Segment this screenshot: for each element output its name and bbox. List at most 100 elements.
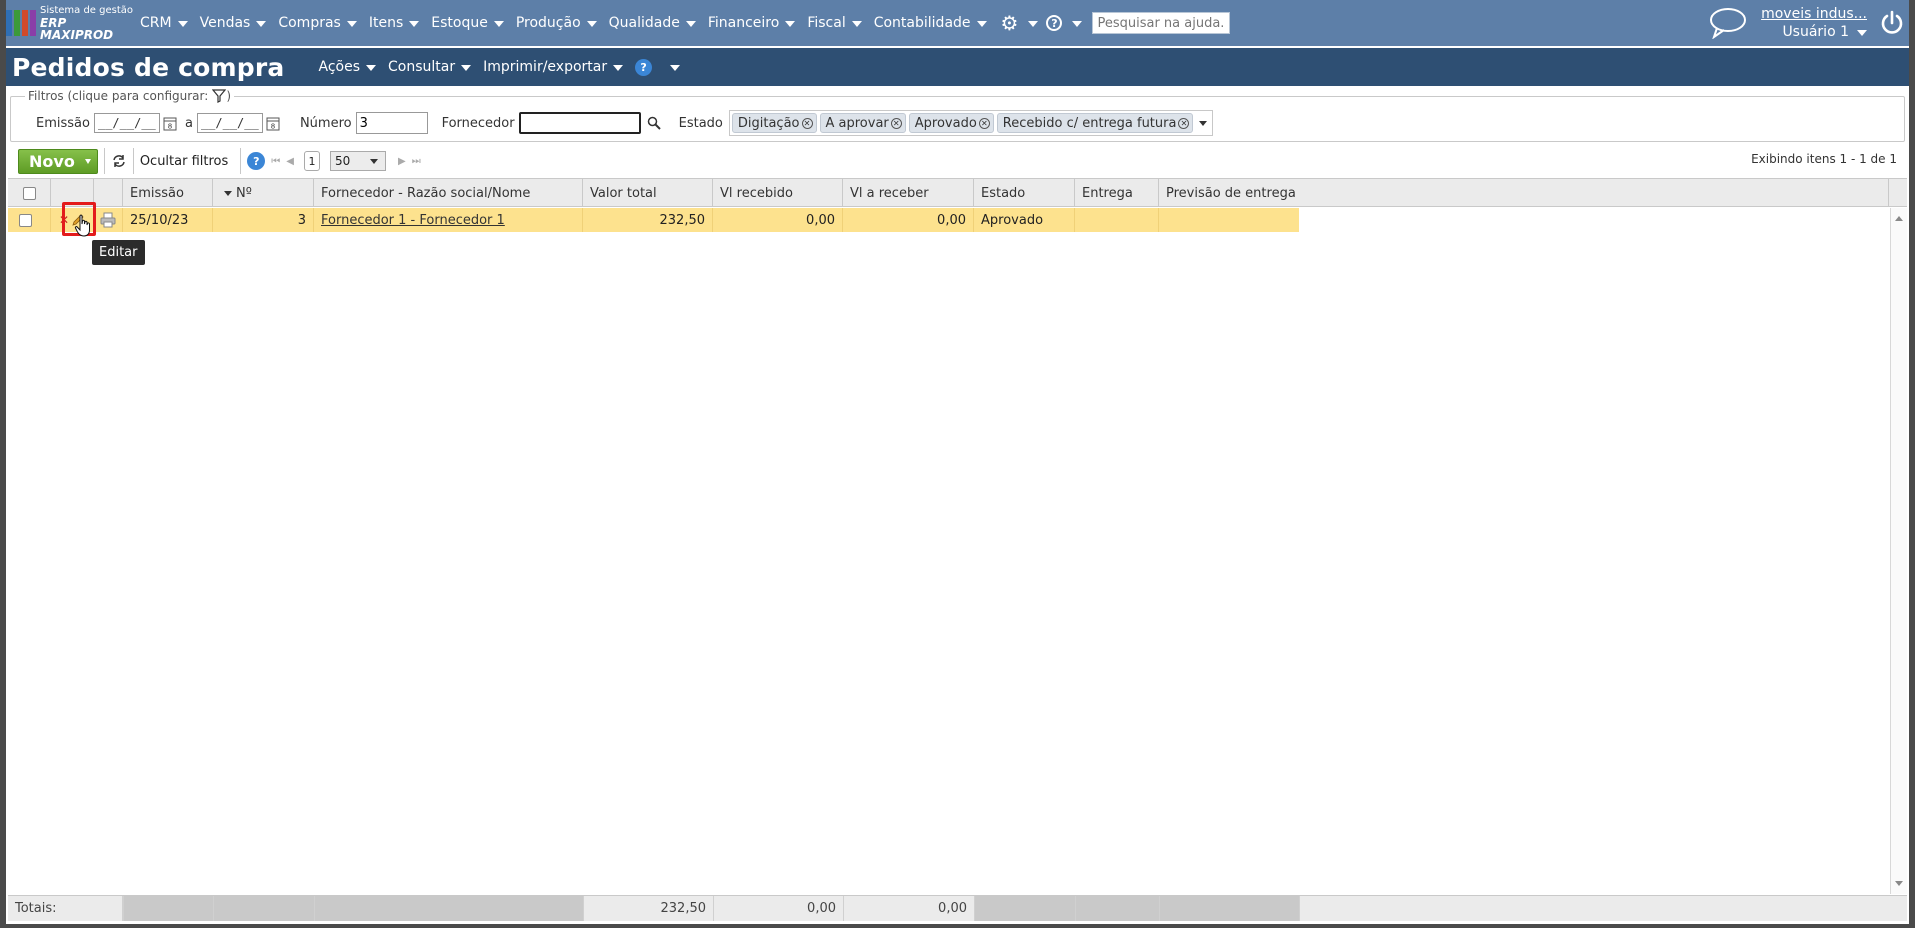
main-menu: CRM Vendas Compras Itens Estoque Produçã…: [134, 0, 1231, 46]
header-vl-a-receber[interactable]: Vl a receber: [843, 179, 974, 207]
menu-vendas[interactable]: Vendas: [194, 0, 273, 46]
divider: [103, 148, 105, 174]
header-estado[interactable]: Estado: [974, 179, 1075, 207]
fornecedor-link[interactable]: Fornecedor 1 - Fornecedor 1: [321, 213, 505, 228]
emissao-from-input[interactable]: [93, 113, 160, 133]
row-print: [94, 208, 123, 232]
help-menu[interactable]: ?: [1042, 0, 1086, 46]
novo-button[interactable]: Novo: [18, 148, 98, 174]
header-vl-recebido[interactable]: Vl recebido: [713, 179, 843, 207]
caret-down-icon: [785, 20, 796, 27]
header-print: [94, 179, 123, 207]
select-all-cell: [8, 179, 51, 207]
top-nav-bar: Sistema de gestão ERP MAXIPROD CRM Venda…: [6, 0, 1909, 46]
menu-label: CRM: [140, 15, 172, 31]
footer-fornecedor: [315, 896, 584, 921]
calendar-icon[interactable]: 8: [266, 116, 280, 131]
chevron-down-icon[interactable]: [1199, 120, 1208, 126]
search-icon[interactable]: [647, 116, 661, 130]
settings-menu[interactable]: ⚙: [993, 0, 1043, 46]
last-page-icon[interactable]: ⏭: [412, 156, 421, 167]
menu-crm[interactable]: CRM: [134, 0, 194, 46]
remove-icon[interactable]: ✕: [1178, 117, 1190, 129]
select-all-checkbox[interactable]: [22, 186, 36, 200]
imprimir-exportar-menu[interactable]: Imprimir/exportar: [483, 59, 624, 75]
footer-emissao: [124, 896, 214, 921]
numero-input[interactable]: [355, 112, 428, 134]
header-fornecedor[interactable]: Fornecedor - Razão social/Nome: [314, 179, 583, 207]
header-valor-total[interactable]: Valor total: [583, 179, 713, 207]
menu-label: Consultar: [388, 59, 456, 75]
remove-icon[interactable]: ✕: [890, 117, 902, 129]
menu-estoque[interactable]: Estoque: [425, 0, 510, 46]
menu-label: Financeiro: [707, 15, 780, 31]
cell-numero: 3: [213, 208, 314, 232]
page-size-value: 50: [334, 154, 351, 168]
caret-down-icon: [461, 64, 472, 71]
filters-legend[interactable]: Filtros (clique para configurar: ): [25, 89, 234, 103]
printer-icon[interactable]: [100, 212, 116, 228]
total-vl-a-receber: 0,00: [844, 896, 975, 921]
menu-itens[interactable]: Itens: [363, 0, 425, 46]
caret-down-icon: [851, 20, 862, 27]
help-icon[interactable]: ?: [247, 152, 266, 170]
remove-icon[interactable]: ✕: [978, 117, 990, 129]
menu-qualidade[interactable]: Qualidade: [603, 0, 702, 46]
page-size-select[interactable]: 50: [329, 151, 386, 171]
first-page-icon[interactable]: ⏮: [271, 156, 280, 167]
next-page-icon[interactable]: ▶: [398, 156, 406, 167]
row-select-cell: [8, 208, 51, 232]
header-numero[interactable]: Nº: [213, 179, 314, 207]
estado-chip[interactable]: A aprovar ✕: [819, 113, 906, 133]
chevron-down-icon: [369, 158, 378, 164]
prev-page-icon[interactable]: ◀: [286, 156, 294, 167]
menu-fiscal[interactable]: Fiscal: [801, 0, 867, 46]
logo[interactable]: Sistema de gestão ERP MAXIPROD: [6, 0, 134, 46]
estado-chip[interactable]: Digitação ✕: [731, 113, 817, 133]
scroll-down-icon[interactable]: [1895, 881, 1903, 886]
remove-icon[interactable]: ✕: [801, 117, 813, 129]
row-checkbox[interactable]: [18, 213, 32, 227]
menu-producao[interactable]: Produção: [510, 0, 603, 46]
filter-icon[interactable]: [212, 89, 227, 103]
calendar-icon[interactable]: 8: [163, 116, 177, 131]
ocultar-filtros-button[interactable]: Ocultar filtros: [140, 147, 234, 175]
sort-desc-icon: [224, 190, 232, 196]
header-entrega[interactable]: Entrega: [1075, 179, 1159, 207]
estado-chip[interactable]: Aprovado ✕: [908, 113, 994, 133]
novo-label: Novo: [29, 151, 75, 171]
numero-label: Número: [299, 115, 352, 131]
company-link[interactable]: moveis indus...: [1761, 5, 1867, 23]
power-icon[interactable]: [1879, 10, 1905, 36]
header-previsao[interactable]: Previsão de entrega: [1159, 179, 1889, 207]
user-menu[interactable]: Usuário 1: [1782, 23, 1867, 41]
header-emissao[interactable]: Emissão: [123, 179, 213, 207]
footer-estado: [975, 896, 1076, 921]
help-icon[interactable]: ?: [635, 58, 653, 76]
estado-chip[interactable]: Recebido c/ entrega futura ✕: [996, 113, 1194, 133]
vertical-scrollbar[interactable]: [1890, 208, 1907, 894]
user-name: Usuário 1: [1782, 24, 1849, 40]
caret-down-icon: [586, 20, 597, 27]
chip-label: Digitação: [737, 115, 800, 131]
acoes-menu[interactable]: Ações: [319, 59, 377, 75]
menu-financeiro[interactable]: Financeiro: [702, 0, 801, 46]
caret-down-icon: [685, 20, 696, 27]
fornecedor-input[interactable]: [518, 112, 641, 134]
help-search-input[interactable]: [1092, 12, 1231, 34]
menu-label: Estoque: [431, 15, 488, 31]
menu-contabilidade[interactable]: Contabilidade: [868, 0, 993, 46]
scroll-up-icon[interactable]: [1895, 216, 1903, 221]
refresh-icon[interactable]: [111, 153, 127, 169]
page-title: Pedidos de compra: [12, 52, 285, 82]
cell-fornecedor: Fornecedor 1 - Fornecedor 1: [314, 208, 583, 232]
consultar-menu[interactable]: Consultar: [388, 59, 472, 75]
menu-compras[interactable]: Compras: [272, 0, 363, 46]
chat-icon[interactable]: [1709, 7, 1747, 39]
caret-down-icon[interactable]: [670, 64, 681, 71]
estado-multiselect[interactable]: Digitação ✕ A aprovar ✕ Aprovado ✕ Recebido…: [728, 110, 1214, 136]
emissao-to-input[interactable]: [196, 113, 263, 133]
items-info: Exibindo itens 1 - 1 de 1: [1751, 152, 1897, 166]
table-row[interactable]: ✕ 25/10/23 3 Fornecedor 1 - Fornecedor 1…: [8, 208, 1299, 232]
page-number-input[interactable]: 1: [303, 151, 320, 171]
